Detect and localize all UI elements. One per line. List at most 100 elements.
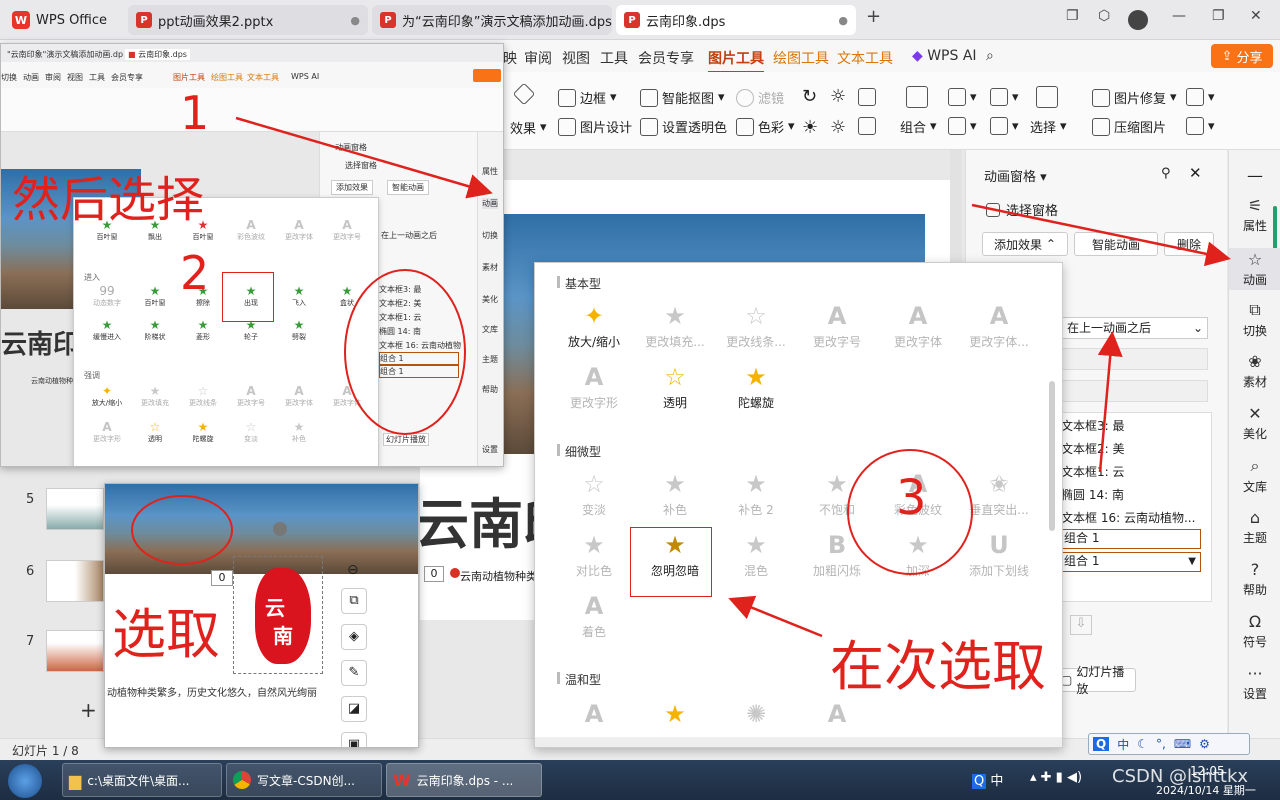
effect-fade[interactable]: ☆ 变淡 — [555, 469, 633, 518]
effect-spin[interactable]: ★ 陀螺旋 — [717, 362, 795, 411]
smart-crop-button[interactable]: 智能抠图 ▾ — [640, 88, 725, 107]
speed-select[interactable] — [1062, 380, 1208, 402]
slide-thumbnail-7[interactable] — [46, 630, 104, 672]
rail-library[interactable]: ⌕ 文库 — [1229, 456, 1280, 495]
search-icon[interactable]: ⌕ — [986, 48, 994, 64]
tab-wps-home[interactable]: W WPS Office — [4, 5, 124, 35]
tab-text-tools[interactable]: 文本工具 — [837, 48, 893, 68]
restore-icon[interactable]: ❐ — [1212, 8, 1225, 24]
list-item-selected[interactable]: 组合 1 — [1059, 529, 1201, 549]
layers-icon[interactable]: ◈ — [341, 624, 367, 650]
minus-icon[interactable]: ⊖ — [347, 562, 359, 578]
list-item-selected[interactable]: 组合 1 ▼ — [1059, 552, 1201, 572]
tab-member[interactable]: 会员专享 — [638, 48, 694, 68]
list-item[interactable]: 文本框1: 云 — [1061, 463, 1125, 480]
move-down-button[interactable]: ⇩ — [1070, 615, 1092, 635]
picture-design-button[interactable]: 图片设计 — [558, 117, 632, 136]
effect-moderate-4[interactable]: A — [798, 699, 876, 731]
crop-tool-icon[interactable]: ⧉ — [341, 588, 367, 614]
effect-moderate-3[interactable]: ✺ — [717, 699, 795, 731]
share-button[interactable]: ⇪ 分享 — [1211, 44, 1273, 68]
tab-ppt-file[interactable]: P ppt动画效果2.pptx ● — [128, 5, 368, 35]
effect-zoom[interactable]: ✦ 放大/缩小 — [555, 301, 633, 350]
ime-toolbar[interactable]: Q 中 ☾ °, ⌨ ⚙ — [1088, 733, 1250, 755]
tab-review[interactable]: 审阅 — [524, 48, 552, 68]
close-window-icon[interactable]: ✕ — [1250, 8, 1262, 24]
rail-theme[interactable]: ⌂ 主题 — [1229, 508, 1280, 546]
effect-change-font-color[interactable]: A 更改字体... — [960, 301, 1038, 350]
list-item[interactable]: 文本框2: 美 — [1061, 440, 1125, 457]
slide-thumbnail-5[interactable] — [46, 488, 104, 530]
rail-beautify[interactable]: ✕ 美化 — [1229, 404, 1280, 442]
combine-button[interactable]: 组合 ▾ — [900, 117, 937, 136]
set-transparent-button[interactable]: 设置透明色 — [640, 117, 727, 136]
color-button[interactable]: 色彩 ▾ — [736, 117, 795, 136]
select-icon-button[interactable] — [1036, 86, 1058, 108]
tab-drawing-tools[interactable]: 绘图工具 — [773, 48, 829, 68]
border-button[interactable]: 边框 ▾ — [558, 88, 617, 107]
rail-transition[interactable]: ⧉ 切换 — [1229, 300, 1280, 339]
send-backward-button[interactable]: ▾ — [990, 117, 1019, 135]
gallery-scrollbar[interactable] — [1049, 381, 1055, 531]
combine-icon-button[interactable] — [906, 86, 928, 108]
taskbar-chrome[interactable]: 写文章-CSDN创... — [226, 763, 382, 797]
effect-complement[interactable]: ★ 补色 — [636, 469, 714, 518]
rail-symbol[interactable]: Ω 符号 — [1229, 612, 1280, 650]
list-item[interactable]: 椭圆 14: 南 — [1061, 486, 1124, 503]
effect-transparent[interactable]: ☆ 透明 — [636, 362, 714, 411]
rail-settings[interactable]: ··· 设置 — [1229, 664, 1280, 702]
tab-animation-partial[interactable]: 映 — [503, 48, 517, 68]
tile-icon[interactable]: ❐ — [1066, 8, 1079, 24]
pen-icon[interactable]: ✎ — [341, 660, 367, 686]
cube-icon[interactable]: ⬡ — [1098, 8, 1110, 24]
taskbar-explorer[interactable]: ▆ c:\桌面文件\桌面... — [62, 763, 222, 797]
bring-forward-button[interactable]: ▾ — [990, 88, 1019, 106]
select-pane-link[interactable]: 选择窗格 — [986, 200, 1058, 219]
filter-button[interactable]: 滤镜 — [736, 88, 784, 107]
close-icon[interactable]: ✕ — [1189, 164, 1202, 182]
delete-button[interactable]: 删除 — [1164, 232, 1214, 256]
collapse-icon[interactable]: — — [1229, 166, 1280, 185]
list-item[interactable]: 文本框 16: 云南动植物... — [1061, 509, 1195, 526]
tab-dps-file-active[interactable]: P 云南印象.dps ● — [616, 5, 856, 35]
rail-help[interactable]: ? 帮助 — [1229, 560, 1280, 598]
add-effect-button[interactable]: 添加效果 ⌃ — [982, 232, 1068, 256]
effect-blend[interactable]: ★ 混色 — [717, 530, 795, 579]
close-icon[interactable]: ● — [342, 14, 360, 27]
reset-icon[interactable]: ↻ — [802, 86, 817, 107]
slide-thumbnail-6[interactable] — [46, 560, 104, 602]
pic-repair-button[interactable]: 图片修复 ▾ — [1092, 88, 1177, 107]
select-button[interactable]: 选择 ▾ — [1030, 117, 1067, 136]
rail-properties[interactable]: ⚟ 属性 — [1229, 196, 1280, 234]
rail-animation[interactable]: ☆ 动画 — [1229, 248, 1280, 290]
effect-change-font[interactable]: A 更改字体 — [879, 301, 957, 350]
effect-contrast[interactable]: ★ 对比色 — [555, 530, 633, 579]
frame-icon[interactable]: ▣ — [341, 732, 367, 747]
rail-material[interactable]: ❀ 素材 — [1229, 352, 1280, 390]
list-item[interactable]: 文本框3: 最 — [1061, 417, 1125, 434]
effect-icon-button[interactable] — [512, 82, 536, 106]
effect-desaturate[interactable]: ★ 不饱和 — [798, 469, 876, 518]
start-select[interactable]: 在上一动画之后 ⌄ — [1062, 317, 1208, 339]
image-dropdown[interactable]: ▾ — [1186, 117, 1215, 135]
direction-select[interactable] — [1062, 348, 1208, 370]
effect-button[interactable]: 效果 ▾ — [510, 118, 547, 137]
tray-icons[interactable]: ▴ ✚ ▮ ◀) — [1030, 770, 1082, 785]
tab-tools[interactable]: 工具 — [600, 48, 628, 68]
tab-view[interactable]: 视图 — [562, 48, 590, 68]
brightness-icon[interactable]: ☼ — [830, 86, 846, 107]
fill-icon[interactable]: ◪ — [341, 696, 367, 722]
effect-change-style[interactable]: A 更改字形 — [555, 362, 633, 411]
pin-icon[interactable]: ⚲ — [1161, 166, 1171, 181]
new-tab-button[interactable]: + — [866, 6, 881, 27]
avatar[interactable] — [1128, 10, 1148, 30]
rotate-handle-icon[interactable] — [273, 522, 287, 536]
slideshow-button[interactable]: ▢ 幻灯片播放 — [1056, 665, 1136, 696]
tab-wps-ai[interactable]: ◆ WPS AI — [912, 48, 977, 64]
checkbox-dropdown[interactable]: ▾ — [1186, 88, 1215, 106]
effect-complement-2[interactable]: ★ 补色 2 — [717, 469, 795, 518]
close-icon[interactable]: ● — [830, 14, 848, 27]
smart-animation-button[interactable]: 智能动画 — [1074, 232, 1158, 256]
contrast-icon[interactable]: ☀ — [802, 117, 818, 138]
effect-darken[interactable]: ★ 加深 — [879, 530, 957, 579]
